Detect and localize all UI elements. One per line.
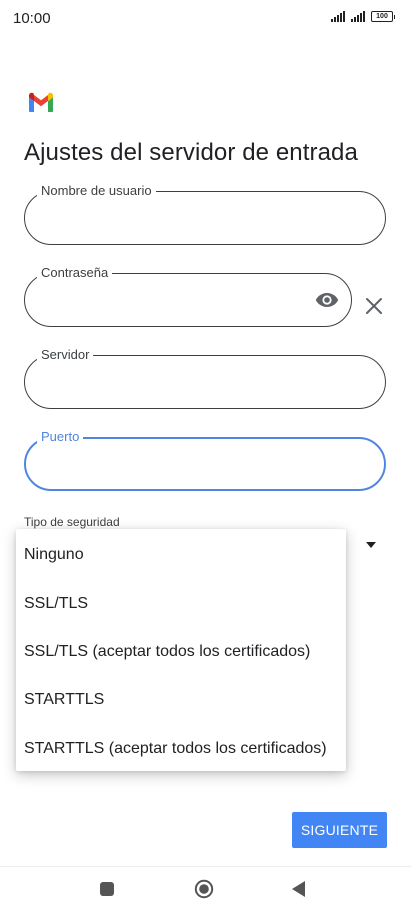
- next-button[interactable]: SIGUIENTE: [292, 812, 387, 848]
- eye-icon[interactable]: [315, 290, 339, 310]
- server-field[interactable]: Servidor: [24, 347, 386, 409]
- port-label: Puerto: [37, 429, 84, 445]
- nav-divider: [0, 866, 411, 867]
- battery-icon: 100: [371, 11, 395, 22]
- menu-item-ninguno[interactable]: Ninguno: [16, 531, 346, 579]
- username-field[interactable]: Nombre de usuario: [24, 183, 386, 245]
- recents-icon[interactable]: [100, 882, 114, 896]
- security-type-menu: Ninguno SSL/TLS SSL/TLS (aceptar todos l…: [16, 529, 346, 771]
- status-time: 10:00: [13, 10, 51, 27]
- menu-item-ssl-tls-accept-all[interactable]: SSL/TLS (aceptar todos los certificados): [16, 628, 346, 676]
- signal-icon: [331, 11, 345, 22]
- username-input[interactable]: [41, 206, 305, 232]
- menu-item-starttls-accept-all[interactable]: STARTTLS (aceptar todos los certificados…: [16, 725, 346, 773]
- status-bar: 10:00 100: [0, 0, 411, 36]
- password-label: Contraseña: [37, 265, 113, 281]
- back-icon[interactable]: [292, 881, 305, 897]
- username-label: Nombre de usuario: [37, 183, 156, 199]
- status-icons: 100: [331, 11, 395, 22]
- password-input[interactable]: [41, 288, 275, 314]
- signal-icon: [351, 11, 365, 22]
- server-label: Servidor: [37, 347, 94, 363]
- menu-item-starttls[interactable]: STARTTLS: [16, 676, 346, 724]
- dropdown-arrow-icon[interactable]: [366, 542, 376, 548]
- password-field[interactable]: Contraseña: [24, 265, 352, 327]
- security-type-label: Tipo de seguridad: [24, 515, 120, 529]
- close-icon[interactable]: [364, 296, 384, 316]
- page-title: Ajustes del servidor de entrada: [24, 139, 358, 166]
- menu-item-ssl-tls[interactable]: SSL/TLS: [16, 579, 346, 627]
- port-input[interactable]: [42, 453, 306, 479]
- gmail-logo: [29, 92, 53, 112]
- home-icon[interactable]: [194, 879, 214, 899]
- port-field[interactable]: Puerto: [24, 429, 386, 491]
- server-input[interactable]: [41, 370, 305, 396]
